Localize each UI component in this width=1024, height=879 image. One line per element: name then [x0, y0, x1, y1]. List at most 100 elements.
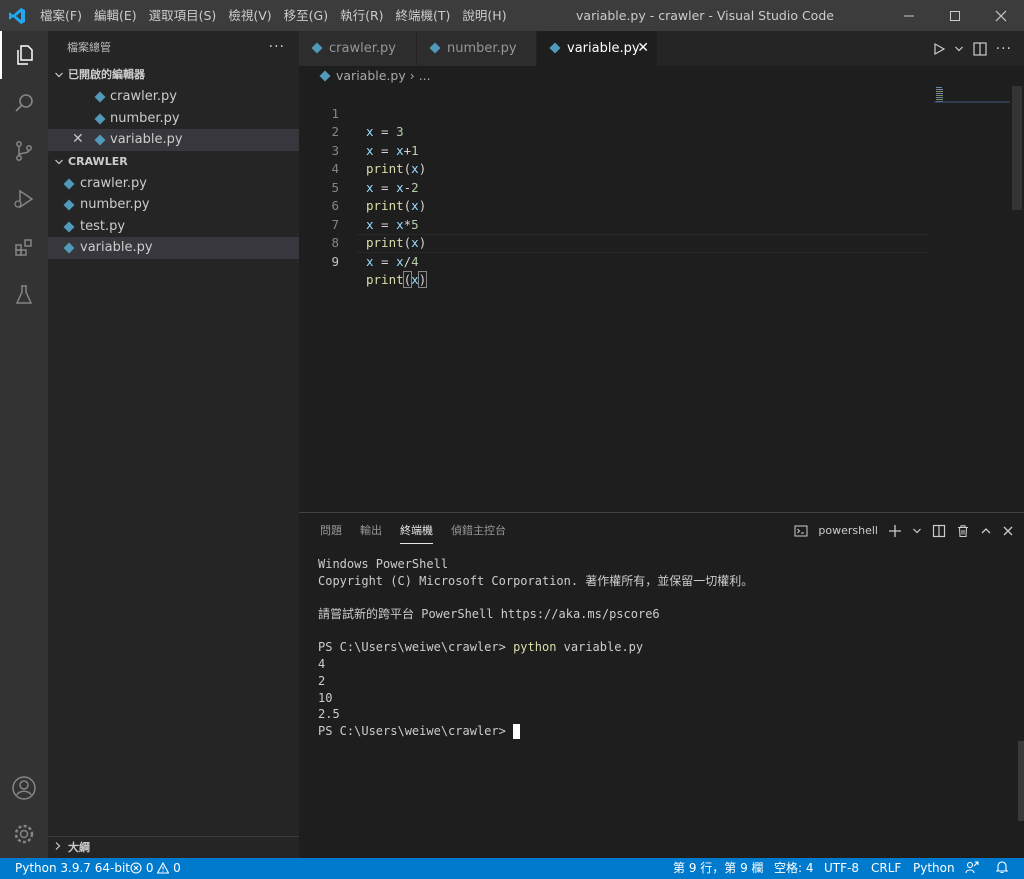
terminal-command-line: PS C:\Users\weiwe\crawler> python variab…: [318, 639, 1008, 656]
more-actions-button[interactable]: ···: [269, 31, 285, 64]
file-tree-item[interactable]: number.py: [48, 194, 299, 216]
python-interpreter-status[interactable]: Python 3.9.7 64-bit: [15, 858, 130, 879]
code-line[interactable]: 1 x = 3: [299, 86, 929, 140]
code-editor[interactable]: 1 x = 3 2 x = x+1 3 print(x) 4 x = x-2 5…: [299, 86, 1024, 512]
feedback-icon[interactable]: [965, 858, 979, 879]
tab-label: variable.py: [567, 41, 640, 56]
indentation-status[interactable]: 空格: 4: [774, 858, 814, 879]
terminal-shell-selector[interactable]: powershell: [818, 524, 878, 537]
notifications-bell-icon[interactable]: [995, 858, 1009, 879]
open-editor-item-active[interactable]: ✕ variable.py: [48, 129, 299, 151]
code-line[interactable]: 8 x = x/4: [299, 216, 929, 269]
terminal-command: python: [513, 640, 557, 655]
panel-actions: powershell: [794, 513, 1014, 548]
terminal-output[interactable]: Windows PowerShell Copyright (C) Microso…: [318, 556, 1008, 740]
tab-variable[interactable]: variable.py ✕: [537, 31, 658, 66]
menu-file[interactable]: 檔案(F): [34, 0, 88, 31]
scrollbar-thumb[interactable]: [1012, 86, 1022, 210]
python-file-icon: [63, 221, 75, 232]
code-line[interactable]: 5 print(x): [299, 160, 929, 214]
outline-section-header[interactable]: 大綱: [48, 836, 299, 858]
explorer-activity-button[interactable]: [0, 31, 48, 79]
menu-run[interactable]: 執行(R): [334, 0, 389, 31]
minimize-button[interactable]: [886, 0, 932, 31]
cursor-position-status[interactable]: 第 9 行，第 9 欄: [673, 858, 764, 879]
menu-selection[interactable]: 選取項目(S): [143, 0, 223, 31]
python-file-icon: [311, 42, 323, 54]
menu-terminal[interactable]: 終端機(T): [390, 0, 457, 31]
workspace-folder-header[interactable]: CRAWLER: [48, 151, 299, 173]
accounts-activity-button[interactable]: [0, 764, 48, 812]
close-icon[interactable]: [1002, 525, 1014, 537]
chevron-right-icon: [53, 837, 63, 858]
tab-label: crawler.py: [329, 41, 396, 56]
more-actions-icon[interactable]: ···: [996, 41, 1012, 57]
menu-view[interactable]: 檢視(V): [222, 0, 277, 31]
code-line[interactable]: 3 print(x): [299, 123, 929, 177]
code-line[interactable]: 6 x = x*5: [299, 179, 929, 232]
editor-tabs: crawler.py number.py variable.py ✕ ···: [299, 31, 1024, 66]
trash-icon[interactable]: [956, 524, 970, 538]
tab-terminal[interactable]: 終端機: [391, 513, 442, 548]
split-terminal-icon[interactable]: [932, 524, 946, 538]
chevron-right-icon: ›: [409, 68, 419, 83]
run-debug-activity-button[interactable]: [0, 175, 48, 223]
language-mode-status[interactable]: Python: [913, 858, 955, 879]
file-tree-item-active[interactable]: variable.py: [48, 237, 299, 259]
open-editor-item[interactable]: crawler.py: [48, 86, 299, 108]
terminal-output-line: 4: [318, 657, 326, 672]
python-file-icon: [94, 113, 106, 124]
extensions-activity-button[interactable]: [0, 223, 48, 271]
menu-edit[interactable]: 編輯(E): [88, 0, 143, 31]
breadcrumb-file[interactable]: variable.py: [336, 68, 406, 83]
vscode-logo-icon: [0, 0, 34, 31]
testing-activity-button[interactable]: [0, 271, 48, 319]
file-tree-label: variable.py: [80, 240, 153, 255]
tab-number[interactable]: number.py: [417, 31, 537, 66]
close-editor-icon[interactable]: ✕: [72, 129, 84, 151]
code-line-current[interactable]: 9 print(x): [299, 234, 929, 288]
line-ending-status[interactable]: CRLF: [871, 858, 901, 879]
panel-tabs: 問題 輸出 終端機 偵錯主控台: [299, 513, 515, 548]
code-line[interactable]: 2 x = x+1: [299, 105, 929, 158]
tab-problems[interactable]: 問題: [311, 513, 351, 548]
chevron-down-icon[interactable]: [954, 44, 964, 54]
breadcrumb-symbol[interactable]: ...: [419, 68, 431, 83]
chevron-up-icon[interactable]: [980, 525, 992, 537]
tab-output[interactable]: 輸出: [351, 513, 391, 548]
code-line[interactable]: 7 print(x): [299, 197, 929, 251]
problems-status[interactable]: 0 0: [130, 858, 181, 879]
bottom-panel: 問題 輸出 終端機 偵錯主控台 powershell Windows Power…: [299, 512, 1024, 858]
code-line[interactable]: 4 x = x-2: [299, 142, 929, 195]
encoding-status[interactable]: UTF-8: [824, 858, 859, 879]
editor-scrollbar[interactable]: [1010, 86, 1024, 512]
warning-count: 0: [173, 861, 181, 875]
tab-label: number.py: [447, 41, 517, 56]
source-control-activity-button[interactable]: [0, 127, 48, 175]
file-tree-item[interactable]: test.py: [48, 216, 299, 238]
error-count: 0: [145, 861, 154, 875]
close-window-button[interactable]: [978, 0, 1024, 31]
terminal-line: Windows PowerShell: [318, 557, 449, 571]
terminal-scrollbar[interactable]: [1018, 741, 1024, 821]
account-icon: [12, 776, 36, 800]
chevron-down-icon[interactable]: [912, 526, 922, 536]
files-icon: [17, 45, 33, 65]
open-editors-label: 已開啟的編輯器: [68, 68, 145, 81]
open-editor-item[interactable]: number.py: [48, 108, 299, 130]
split-editor-icon[interactable]: [972, 41, 988, 57]
tab-debug-console[interactable]: 偵錯主控台: [442, 513, 515, 548]
file-tree-label: crawler.py: [80, 175, 147, 191]
close-tab-icon[interactable]: ✕: [637, 31, 649, 66]
menu-help[interactable]: 說明(H): [456, 0, 512, 31]
menu-go[interactable]: 移至(G): [278, 0, 334, 31]
tab-crawler[interactable]: crawler.py: [299, 31, 417, 66]
menu-bar: 檔案(F) 編輯(E) 選取項目(S) 檢視(V) 移至(G) 執行(R) 終端…: [34, 0, 513, 31]
manage-activity-button[interactable]: [0, 810, 48, 858]
open-editors-header[interactable]: 已開啟的編輯器: [48, 64, 299, 86]
maximize-button[interactable]: [932, 0, 978, 31]
search-activity-button[interactable]: [0, 79, 48, 127]
plus-icon[interactable]: [888, 524, 902, 538]
file-tree-item[interactable]: crawler.py: [48, 173, 299, 195]
run-icon[interactable]: [932, 42, 946, 56]
